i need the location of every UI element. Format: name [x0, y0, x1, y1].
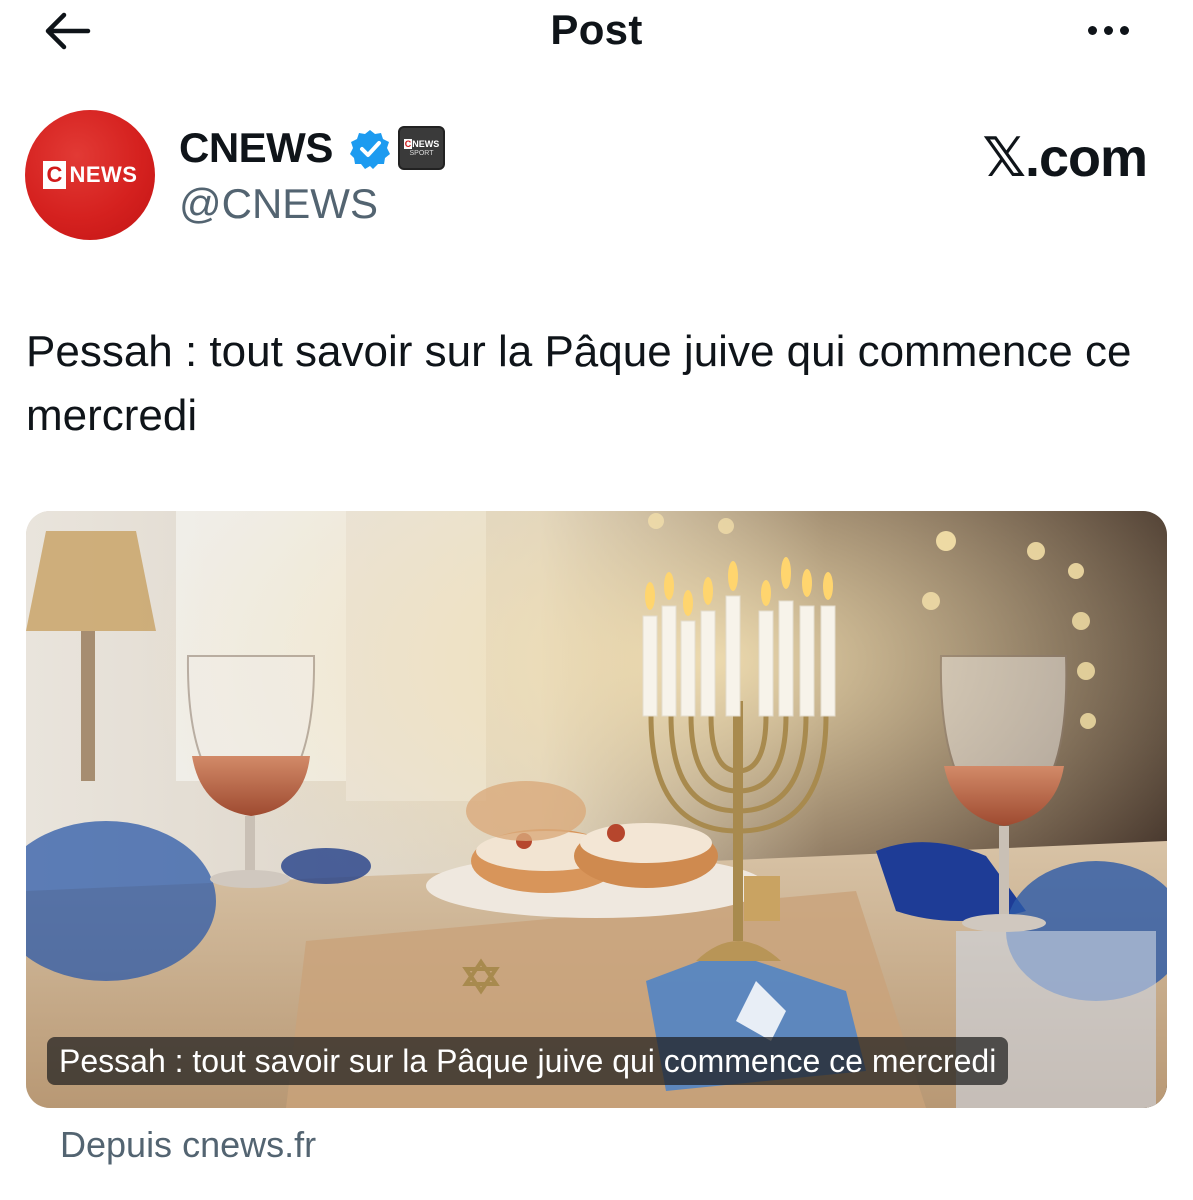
x-watermark: 𝕏.com — [982, 128, 1148, 188]
card-image — [26, 511, 1167, 1108]
affiliate-badge[interactable]: CNEWS SPORT — [398, 126, 445, 170]
page-title: Post — [550, 6, 643, 53]
more-horizontal-icon — [1087, 25, 1097, 35]
author-handle[interactable]: @CNEWS — [179, 180, 378, 228]
avatar[interactable]: C NEWS — [25, 110, 155, 240]
author-name[interactable]: CNEWS — [179, 124, 333, 172]
verified-badge-icon[interactable] — [349, 128, 391, 170]
link-card[interactable]: Pessah : tout savoir sur la Pâque juive … — [26, 511, 1167, 1108]
card-caption: Pessah : tout savoir sur la Pâque juive … — [47, 1037, 1009, 1085]
link-source[interactable]: Depuis cnews.fr — [60, 1124, 316, 1166]
cnews-logo: C NEWS — [42, 160, 138, 190]
top-bar: Post — [0, 0, 1193, 70]
post-text: Pessah : tout savoir sur la Pâque juive … — [26, 327, 1132, 440]
more-options-button[interactable] — [1075, 10, 1141, 50]
post-page: Post C NEWS CNEWS CNEWS SPORT @CNEWS 𝕏.c… — [0, 0, 1193, 1200]
